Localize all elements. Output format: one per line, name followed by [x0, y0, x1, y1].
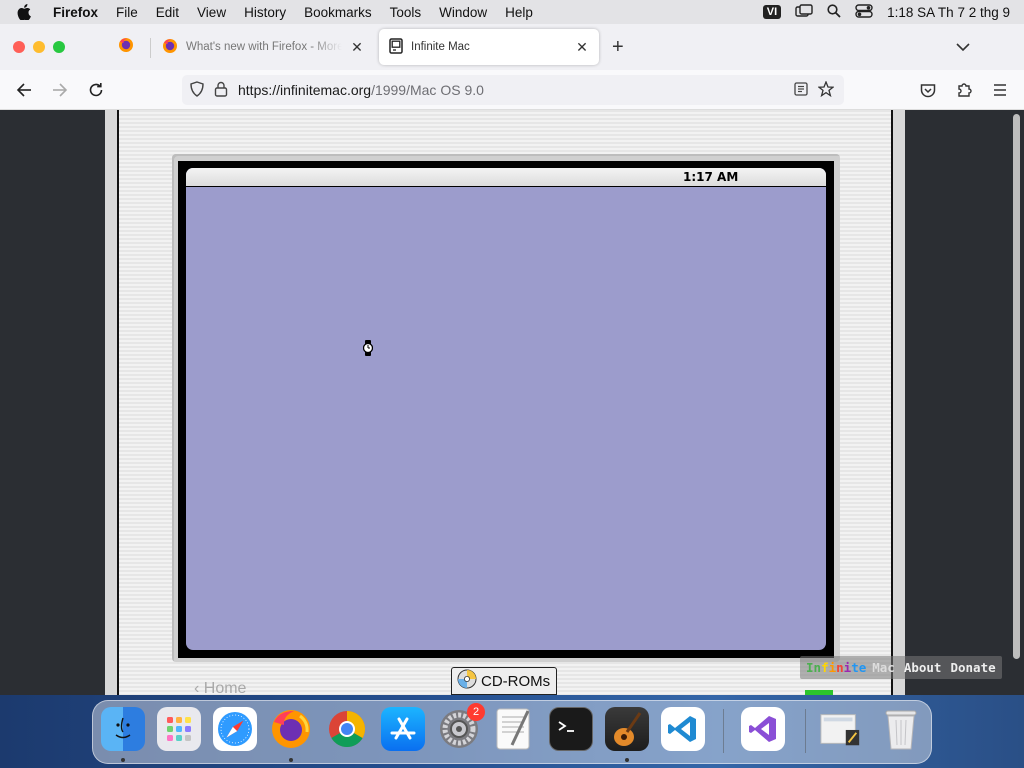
input-method-indicator[interactable]: VI [762, 5, 782, 19]
address-bar[interactable]: https://infinitemac.org/1999/Mac OS 9.0 [182, 75, 844, 105]
reload-icon[interactable] [85, 79, 107, 101]
macos-dock: 2 [92, 700, 932, 764]
dock-separator [723, 709, 724, 753]
running-indicator [121, 758, 125, 762]
close-tab-icon[interactable]: ✕ [575, 39, 589, 55]
forward-arrow-icon[interactable] [49, 79, 71, 101]
running-indicator [289, 758, 293, 762]
infinite-mac-logo[interactable]: Infinite Mac [806, 660, 895, 675]
url-host: https://infinitemac.org [238, 82, 372, 98]
spotlight-search-icon[interactable] [827, 3, 841, 21]
visual-studio-icon[interactable] [741, 707, 785, 751]
infinite-mac-footer-nav: Infinite Mac About Donate [800, 656, 1002, 679]
watch-cursor-icon [362, 340, 374, 356]
donate-link[interactable]: Donate [950, 660, 995, 675]
menu-bookmarks[interactable]: Bookmarks [295, 5, 381, 20]
apple-menu-icon[interactable] [0, 4, 48, 20]
cd-roms-button[interactable]: CD-ROMs [451, 667, 557, 695]
reader-view-icon[interactable] [794, 81, 808, 99]
mac-screen-frame: 1:17 AM [178, 161, 834, 658]
tab-title: Infinite Mac [411, 41, 470, 53]
firefox-icon[interactable] [269, 707, 313, 751]
tracking-protection-shield-icon[interactable] [190, 80, 204, 100]
logo-letter: i [828, 660, 837, 675]
close-tab-icon[interactable]: ✕ [350, 39, 364, 55]
screen-mirroring-icon[interactable] [795, 3, 813, 21]
vscode-icon[interactable] [661, 707, 705, 751]
finder-icon[interactable] [101, 707, 145, 751]
tab-separator [150, 38, 151, 58]
terminal-icon[interactable] [549, 707, 593, 751]
browser-navigation-bar: https://infinitemac.org/1999/Mac OS 9.0 [0, 70, 1024, 110]
system-settings-icon[interactable]: 2 [437, 703, 485, 751]
notification-badge: 2 [467, 703, 485, 721]
menu-history[interactable]: History [235, 5, 295, 20]
logo-letter: te [851, 660, 867, 675]
pinned-firefox-tab[interactable] [104, 30, 148, 64]
emulated-mac-case: 1:17 AM [105, 110, 905, 695]
hamburger-menu-icon[interactable] [989, 79, 1011, 101]
cd-rom-disc-icon [457, 669, 477, 693]
mac-screen-bezel: 1:17 AM [172, 154, 840, 662]
tab-infinite-mac[interactable]: Infinite Mac ✕ [379, 29, 599, 65]
window-zoom-button[interactable] [53, 41, 65, 53]
cd-roms-label: CD-ROMs [481, 672, 551, 690]
menu-tools[interactable]: Tools [381, 5, 431, 20]
control-center-icon[interactable] [855, 3, 873, 21]
firefox-icon [118, 37, 134, 58]
menu-app-name[interactable]: Firefox [48, 5, 107, 20]
menu-window[interactable]: Window [430, 5, 496, 20]
running-indicator [625, 758, 629, 762]
macos-menubar: Firefox File Edit View History Bookmarks… [0, 0, 1024, 24]
page-scrollbar[interactable] [1013, 114, 1020, 659]
mac-case-inner: 1:17 AM [117, 110, 893, 695]
trash-icon[interactable] [879, 707, 923, 751]
extensions-puzzle-icon[interactable] [953, 79, 975, 101]
menu-help[interactable]: Help [496, 5, 542, 20]
garageband-icon[interactable] [605, 707, 649, 751]
mac-os-clock[interactable]: 1:17 AM [683, 170, 738, 184]
downloads-stack-icon[interactable] [819, 707, 863, 751]
logo-letter: f [821, 660, 829, 675]
window-close-button[interactable] [13, 41, 25, 53]
browser-tab-bar: What's new with Firefox - More ✕ Infinit… [0, 24, 1024, 70]
about-link[interactable]: About [904, 660, 942, 675]
new-tab-icon[interactable]: + [612, 37, 624, 57]
web-page-content: 1:17 AM ‹ Home CD-ROMs Infinite Mac About… [0, 110, 1024, 695]
tab-title: What's new with Firefox - More [186, 41, 342, 53]
site-security-lock-icon[interactable] [214, 81, 228, 100]
url-path: /1999/Mac OS 9.0 [371, 82, 484, 98]
safari-icon[interactable] [213, 707, 257, 751]
logo-suffix: Mac [872, 660, 895, 675]
dock-separator [805, 709, 806, 753]
menubar-clock[interactable]: 1:18 SA Th 7 2 thg 9 [887, 5, 1010, 20]
logo-letter: In [806, 660, 822, 675]
tab-whats-new[interactable]: What's new with Firefox - More ✕ [152, 29, 374, 65]
launchpad-icon[interactable] [157, 707, 201, 751]
back-arrow-icon[interactable] [13, 79, 35, 101]
app-store-icon[interactable] [381, 707, 425, 751]
logo-letter: n [836, 660, 844, 675]
menu-view[interactable]: View [188, 5, 235, 20]
classic-mac-favicon-icon [389, 37, 403, 57]
url-text[interactable]: https://infinitemac.org/1999/Mac OS 9.0 [238, 82, 484, 98]
bookmark-star-icon[interactable] [817, 79, 835, 100]
mac-os-9-screen[interactable]: 1:17 AM [186, 168, 826, 650]
chrome-icon[interactable] [325, 707, 369, 751]
firefox-icon [162, 38, 178, 57]
textedit-icon[interactable] [493, 707, 537, 751]
pocket-icon[interactable] [917, 79, 939, 101]
list-all-tabs-chevron-icon[interactable] [956, 39, 970, 57]
mac-os-menubar[interactable]: 1:17 AM [186, 168, 826, 187]
menu-file[interactable]: File [107, 5, 147, 20]
window-minimize-button[interactable] [33, 41, 45, 53]
home-link[interactable]: ‹ Home [194, 680, 246, 695]
menu-edit[interactable]: Edit [147, 5, 188, 20]
